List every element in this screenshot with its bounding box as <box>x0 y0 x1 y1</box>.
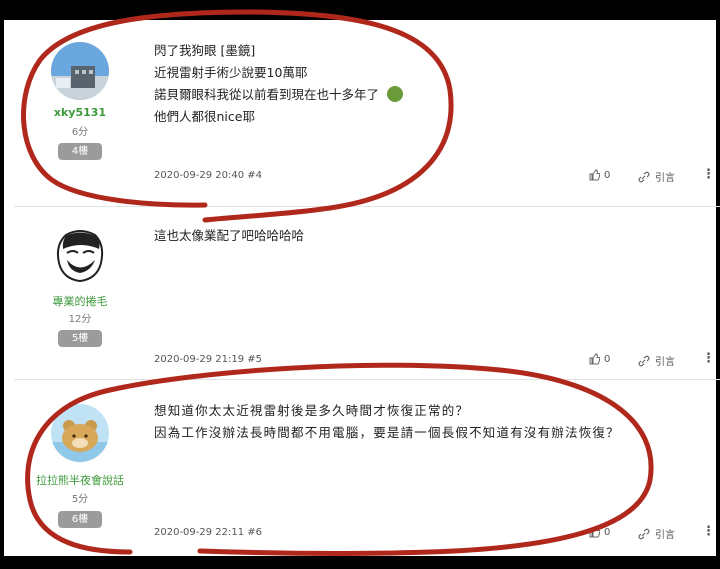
forum-post: 專業的捲毛 12分 5樓 這也太像業配了吧哈哈哈哈 2020-09-29 21:… <box>4 207 716 379</box>
more-vertical-icon[interactable]: ⋮ <box>702 524 715 539</box>
thumbs-up-icon <box>589 526 600 538</box>
author-name[interactable]: 拉拉熊半夜會說話 <box>25 472 135 488</box>
floor-badge: 6樓 <box>58 511 102 528</box>
floor-badge: 5樓 <box>58 330 102 347</box>
content-line: 因為工作沒辦法長時間都不用電腦，要是請一個長假不知道有沒有辦法恢復？ <box>154 425 620 440</box>
quote-label: 引言 <box>655 530 675 541</box>
post-timestamp[interactable]: 2020-09-29 22:11 #6 <box>154 527 262 538</box>
quote-link-icon <box>638 171 650 182</box>
thumbs-up-icon <box>589 169 600 181</box>
quote-button[interactable]: 引言 <box>637 169 675 184</box>
post-content: 想知道你太太近視雷射後是多久時間才恢復正常的？ 因為工作沒辦法長時間都不用電腦，… <box>154 400 620 444</box>
avatar[interactable] <box>51 227 109 285</box>
content-line: 他們人都很nice耶 <box>154 109 255 124</box>
more-vertical-icon[interactable]: ⋮ <box>702 351 715 366</box>
post-timestamp[interactable]: 2020-09-29 21:19 #5 <box>154 354 262 365</box>
forum-post: xky5131 6分 4樓 閃了我狗眼 [墨鏡] 近視雷射手術少說要10萬耶 諾… <box>4 20 716 206</box>
like-button[interactable]: 0 <box>588 169 610 181</box>
content-line: 這也太像業配了吧哈哈哈哈 <box>154 228 305 243</box>
author-name[interactable]: 專業的捲毛 <box>25 293 135 309</box>
more-vertical-icon[interactable]: ⋮ <box>702 167 715 182</box>
thumbs-up-icon <box>589 353 600 365</box>
content-line: 想知道你太太近視雷射後是多久時間才恢復正常的？ <box>154 403 470 418</box>
quote-label: 引言 <box>655 357 675 368</box>
quote-link-icon <box>638 355 650 366</box>
content-line: 近視雷射手術少說要10萬耶 <box>154 65 308 80</box>
like-count: 0 <box>604 526 611 538</box>
angry-emoji-icon <box>387 86 403 102</box>
post-timestamp[interactable]: 2020-09-29 20:40 #4 <box>154 170 262 181</box>
avatar[interactable] <box>51 42 109 100</box>
post-content: 這也太像業配了吧哈哈哈哈 <box>154 225 304 247</box>
quote-button[interactable]: 引言 <box>637 526 675 541</box>
content-line: 諾貝爾眼科我從以前看到現在也十多年了 <box>154 84 403 106</box>
forum-post: 拉拉熊半夜會說話 5分 6樓 想知道你太太近視雷射後是多久時間才恢復正常的？ 因… <box>4 380 716 556</box>
author-score: 12分 <box>68 314 92 325</box>
quote-link-icon <box>638 528 650 539</box>
screenshot-canvas: xky5131 6分 4樓 閃了我狗眼 [墨鏡] 近視雷射手術少說要10萬耶 諾… <box>0 0 720 569</box>
like-button[interactable]: 0 <box>588 526 610 538</box>
like-count: 0 <box>604 353 611 365</box>
like-count: 0 <box>604 169 611 181</box>
avatar[interactable] <box>51 404 109 462</box>
author-score: 6分 <box>71 127 89 138</box>
like-button[interactable]: 0 <box>588 353 610 365</box>
floor-badge: 4樓 <box>58 143 102 160</box>
post-content: 閃了我狗眼 [墨鏡] 近視雷射手術少說要10萬耶 諾貝爾眼科我從以前看到現在也十… <box>154 40 403 128</box>
quote-label: 引言 <box>655 173 675 184</box>
author-name[interactable]: xky5131 <box>25 106 135 119</box>
author-score: 5分 <box>71 494 89 505</box>
content-line: 閃了我狗眼 [墨鏡] <box>154 43 256 58</box>
forum-thread: xky5131 6分 4樓 閃了我狗眼 [墨鏡] 近視雷射手術少說要10萬耶 諾… <box>4 20 720 556</box>
quote-button[interactable]: 引言 <box>637 353 675 368</box>
